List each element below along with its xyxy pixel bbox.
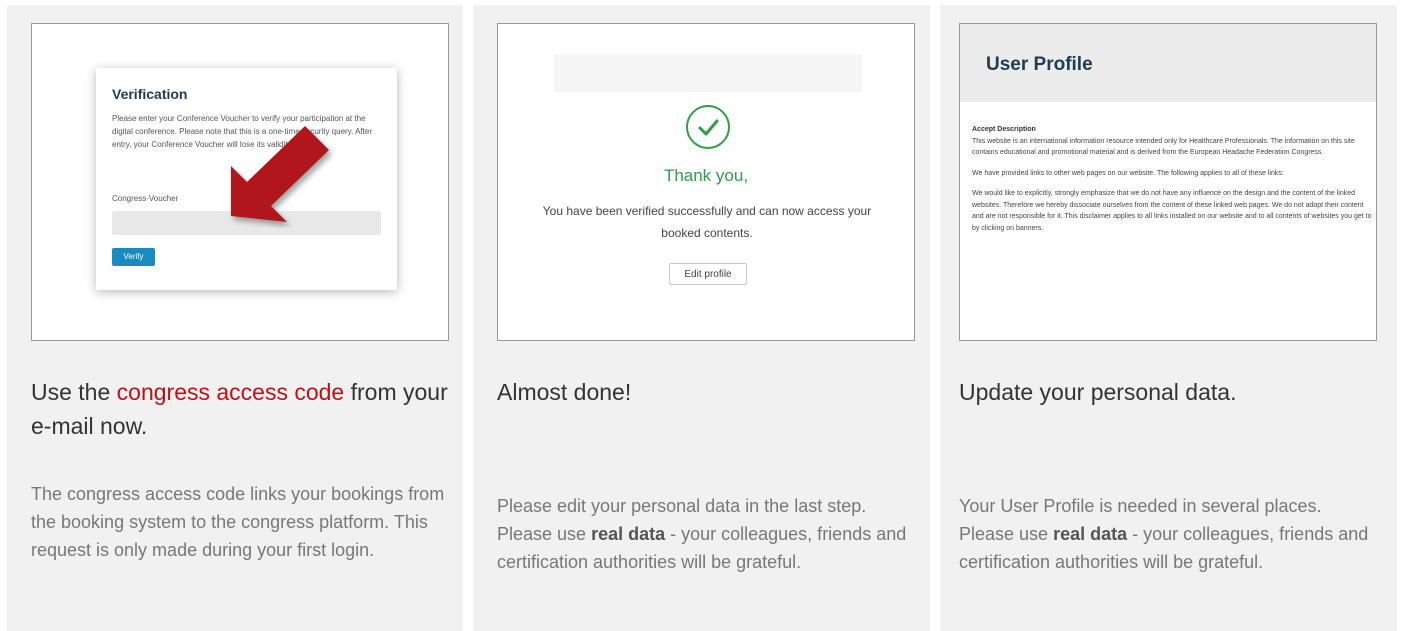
verification-screenshot: Verification Please enter your Conferenc…: [31, 23, 449, 341]
step-heading: Update your personal data.: [959, 379, 1237, 405]
step-panel-user-profile: User Profile Accept Description This web…: [940, 5, 1397, 631]
faded-notice-bar: Your access has been granted. Thank you.: [554, 54, 862, 92]
description-emphasis: real data: [591, 524, 666, 544]
success-screenshot: Your access has been granted. Thank you.…: [497, 23, 915, 341]
verification-title: Verification: [112, 86, 188, 102]
user-profile-header: User Profile: [960, 24, 1376, 102]
check-circle-icon: [686, 105, 730, 149]
disclaimer-paragraph: We would like to explicitly, strongly em…: [972, 190, 1372, 232]
step-description: Please edit your personal data in the la…: [497, 492, 917, 576]
heading-prefix: Use the: [31, 379, 117, 405]
congress-voucher-label: Congress-Voucher: [112, 194, 179, 203]
accept-description-title: Accept Description: [972, 126, 1036, 133]
user-profile-screenshot: User Profile Accept Description This web…: [959, 23, 1377, 341]
step-heading: Use the congress access code from your e…: [31, 375, 451, 443]
red-arrow-icon: [231, 126, 329, 222]
verify-button[interactable]: Verify: [112, 248, 155, 266]
accept-description-body: Accept Description This website is an in…: [972, 124, 1372, 243]
verified-message: You have been verified successfully and …: [542, 204, 872, 240]
heading-accent: congress access code: [116, 379, 345, 405]
step-panel-almost-done: Your access has been granted. Thank you.…: [473, 5, 930, 631]
disclaimer-paragraph: This website is an international informa…: [972, 137, 1355, 157]
step-panel-verification: Verification Please enter your Conferenc…: [7, 5, 463, 631]
user-profile-title: User Profile: [986, 54, 1093, 75]
description-emphasis: real data: [1053, 524, 1128, 544]
edit-profile-button[interactable]: Edit profile: [669, 263, 747, 285]
thank-you-title: Thank you,: [663, 166, 749, 185]
step-description: The congress access code links your book…: [31, 484, 445, 560]
step-heading: Almost done!: [497, 379, 632, 405]
step-description: Your User Profile is needed in several p…: [959, 492, 1379, 576]
disclaimer-paragraph: We have provided links to other web page…: [972, 169, 1284, 177]
